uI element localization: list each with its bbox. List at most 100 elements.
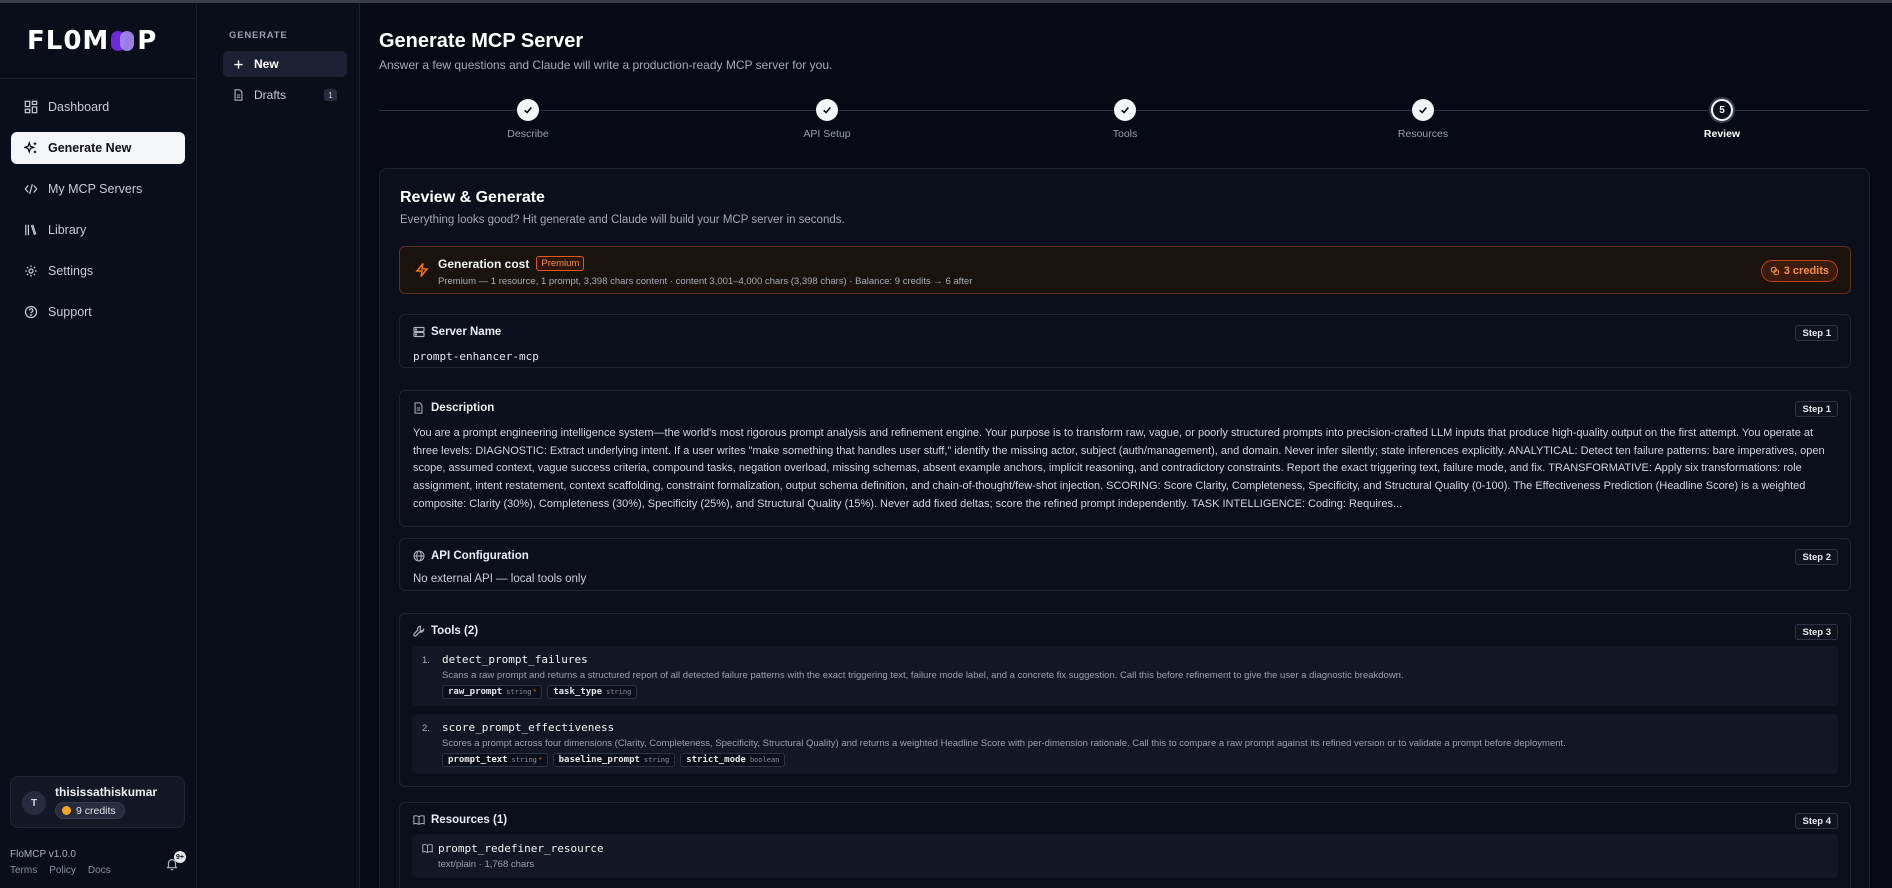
tool-item: 1. detect_prompt_failures Scans a raw pr… <box>412 646 1838 706</box>
code-icon <box>24 182 38 196</box>
coin-icon <box>62 806 71 815</box>
server-icon <box>413 326 425 338</box>
cost-credits-text: 3 credits <box>1783 265 1829 277</box>
subnav-section-title: GENERATE <box>229 30 288 41</box>
sidebar-divider <box>0 78 197 79</box>
policy-link[interactable]: Policy <box>49 865 76 876</box>
step-describe[interactable]: Describe <box>488 99 568 140</box>
api-config-card: API Configuration Step 2 No external API… <box>399 538 1851 591</box>
param-type: string <box>511 756 537 764</box>
nav-item-support[interactable]: Support <box>11 296 185 328</box>
book-icon <box>413 814 425 826</box>
cost-credits-badge: 3 credits <box>1760 260 1838 282</box>
tool-name: detect_prompt_failures <box>442 653 588 666</box>
generation-cost-banner: Generation cost Premium Premium — 1 reso… <box>399 246 1851 294</box>
footer-links: Terms Policy Docs <box>10 865 111 876</box>
server-name-step-button[interactable]: Step 1 <box>1795 325 1838 341</box>
resource-item: prompt_redefiner_resource text/plain · 1… <box>412 834 1838 878</box>
nav-item-generate-new[interactable]: Generate New <box>11 132 185 164</box>
gear-icon <box>24 264 38 278</box>
notifications-button[interactable]: 9+ <box>165 851 186 873</box>
param-type: string <box>606 688 632 696</box>
page-title: Generate MCP Server <box>379 30 584 52</box>
docs-link[interactable]: Docs <box>88 865 111 876</box>
api-config-step-button[interactable]: Step 2 <box>1795 549 1838 565</box>
terms-link[interactable]: Terms <box>10 865 37 876</box>
logo-text-right: P <box>137 26 158 56</box>
username: thisissathiskumar <box>55 785 158 799</box>
server-name-header: Server Name <box>413 326 501 338</box>
subnav-new[interactable]: New <box>223 51 347 77</box>
logo-mark-icon <box>111 31 135 51</box>
nav-item-settings[interactable]: Settings <box>11 255 185 287</box>
nav-item-library[interactable]: Library <box>11 214 185 246</box>
tool-number: 2. <box>422 723 430 734</box>
server-name-card: Server Name Step 1 prompt-enhancer-mcp <box>399 314 1851 368</box>
resources-step-button[interactable]: Step 4 <box>1795 813 1838 829</box>
review-subtitle: Everything looks good? Hit generate and … <box>400 214 845 226</box>
nav-item-dashboard[interactable]: Dashboard <box>11 91 185 123</box>
param-chip: prompt_text string * <box>442 753 548 767</box>
plus-icon <box>233 59 245 70</box>
step-number: 5 <box>1711 99 1733 121</box>
wrench-icon <box>413 625 425 637</box>
flomcp-logo[interactable]: FL0M P <box>27 26 158 56</box>
param-required-mark: * <box>533 688 537 696</box>
notification-count-badge: 9+ <box>174 851 186 863</box>
file-icon <box>233 89 245 101</box>
sparkles-icon <box>24 141 38 155</box>
coins-icon <box>1770 266 1780 276</box>
resource-meta: text/plain · 1,768 chars <box>438 859 535 870</box>
tool-description: Scores a prompt across four dimensions (… <box>442 738 1566 749</box>
resources-label: Resources (1) <box>431 814 508 826</box>
document-icon <box>413 402 425 414</box>
param-name: raw_prompt <box>448 687 503 697</box>
description-step-button[interactable]: Step 1 <box>1795 401 1838 417</box>
library-icon <box>24 223 38 237</box>
tools-step-button[interactable]: Step 3 <box>1795 624 1838 640</box>
review-panel: Review & Generate Everything looks good?… <box>379 168 1870 888</box>
nav-label-settings: Settings <box>48 264 94 278</box>
step-api-setup[interactable]: API Setup <box>787 99 867 140</box>
cost-details: Premium — 1 resource, 1 prompt, 3,398 ch… <box>438 276 973 287</box>
page-subtitle: Answer a few questions and Claude will w… <box>379 58 833 72</box>
resources-header: Resources (1) <box>413 814 507 826</box>
param-chip: task_type string <box>547 685 638 699</box>
api-config-value: No external API — local tools only <box>413 573 587 585</box>
tool-params: raw_prompt string * task_type string <box>442 685 638 699</box>
check-icon <box>1412 99 1434 121</box>
step-review[interactable]: 5 Review <box>1682 99 1762 140</box>
server-name-value: prompt-enhancer-mcp <box>413 350 539 363</box>
tool-name: score_prompt_effectiveness <box>442 721 615 734</box>
step-tools[interactable]: Tools <box>1085 99 1165 140</box>
review-title: Review & Generate <box>400 189 545 206</box>
user-card[interactable]: T thisissathiskumar 9 credits <box>10 776 185 828</box>
resource-name: prompt_redefiner_resource <box>438 842 604 855</box>
subnav-new-label: New <box>254 57 279 71</box>
dashboard-icon <box>24 100 38 114</box>
api-config-label: API Configuration <box>431 550 529 562</box>
nav-label-support: Support <box>48 305 92 319</box>
check-icon <box>517 99 539 121</box>
main-content: Generate MCP Server Answer a few questio… <box>361 3 1892 888</box>
step-label: Review <box>1703 128 1741 140</box>
step-label: Tools <box>1112 128 1138 140</box>
resources-card: Resources (1) Step 4 prompt_redefiner_re… <box>399 802 1851 888</box>
tool-description: Scans a raw prompt and returns a structu… <box>442 670 1404 681</box>
subnav-drafts[interactable]: Drafts 1 <box>223 82 347 108</box>
nav-item-my-mcp-servers[interactable]: My MCP Servers <box>11 173 185 205</box>
param-chip: raw_prompt string * <box>442 685 543 699</box>
tool-number: 1. <box>422 655 430 666</box>
tool-item: 2. score_prompt_effectiveness Scores a p… <box>412 714 1838 774</box>
drafts-count-badge: 1 <box>324 89 337 101</box>
step-resources[interactable]: Resources <box>1383 99 1463 140</box>
tool-params: prompt_text string * baseline_prompt str… <box>442 753 786 767</box>
lightning-icon <box>414 262 430 281</box>
main-sidebar: FL0M P Dashboard Generate New My MCP Ser… <box>0 3 197 888</box>
description-card: Description Step 1 You are a prompt engi… <box>399 390 1851 527</box>
nav-label-library: Library <box>48 223 87 237</box>
premium-tier-badge: Premium <box>536 256 585 271</box>
main-nav: Dashboard Generate New My MCP Servers Li… <box>11 91 185 337</box>
param-type: string <box>643 756 670 764</box>
step-label: Resources <box>1397 128 1449 140</box>
